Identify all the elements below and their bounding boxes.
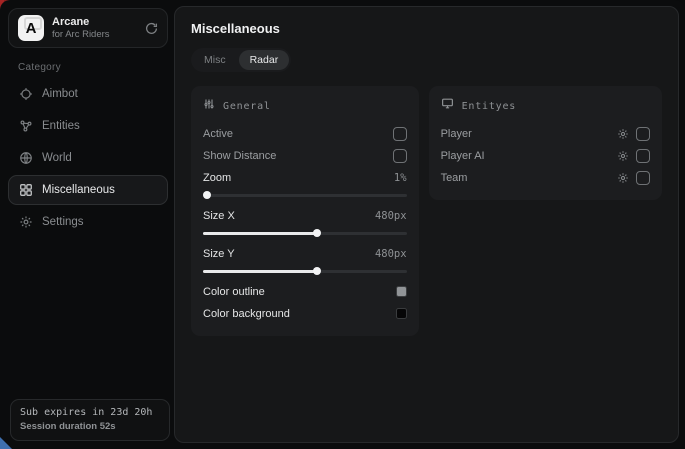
color-outline-label: Color outline xyxy=(203,286,265,298)
sub-expires-text: Sub expires in 23d 20h xyxy=(20,407,160,418)
active-row: Active xyxy=(203,123,407,144)
sidebar-item-entities[interactable]: Entities xyxy=(8,111,168,141)
sliders-icon xyxy=(203,97,215,115)
zoom-label: Zoom xyxy=(203,172,231,184)
player-checkbox[interactable] xyxy=(636,127,650,141)
size-x-label: Size X xyxy=(203,210,235,222)
zoom-value: 1% xyxy=(394,172,407,184)
size-y-row: Size Y 480px xyxy=(203,243,407,264)
session-duration-text: Session duration 52s xyxy=(20,421,160,432)
slider-fill xyxy=(203,270,317,273)
zoom-slider[interactable] xyxy=(203,191,407,199)
app-name: Arcane xyxy=(52,16,137,29)
sidebar-item-label: Miscellaneous xyxy=(42,184,115,196)
sidebar-nav: Aimbot Entities World xyxy=(8,79,168,237)
zoom-row: Zoom 1% xyxy=(203,167,407,188)
app-card: A Arcane for Arc Riders xyxy=(8,8,168,48)
color-outline-swatch[interactable] xyxy=(396,286,407,297)
color-background-row: Color background xyxy=(203,303,407,324)
tab-bar: Misc Radar xyxy=(191,48,291,72)
sidebar-item-label: Entities xyxy=(42,120,80,132)
player-label: Player xyxy=(441,128,472,140)
slider-track xyxy=(203,194,407,197)
general-panel: General Active Show Distance Zoom 1% xyxy=(191,86,419,336)
desktop-background-blue xyxy=(0,437,12,449)
size-x-value: 480px xyxy=(375,210,407,222)
crosshair-icon xyxy=(19,87,33,101)
grid-icon xyxy=(19,183,33,197)
zoom-slider-thumb[interactable] xyxy=(203,191,211,199)
general-panel-title: General xyxy=(223,101,271,112)
player-ai-label: Player AI xyxy=(441,150,485,162)
color-background-label: Color background xyxy=(203,308,290,320)
size-y-value: 480px xyxy=(375,248,407,260)
size-x-row: Size X 480px xyxy=(203,205,407,226)
general-panel-header: General xyxy=(203,97,407,115)
sidebar-item-world[interactable]: World xyxy=(8,143,168,173)
entities-icon xyxy=(19,119,33,133)
sidebar-item-miscellaneous[interactable]: Miscellaneous xyxy=(8,175,168,205)
active-checkbox[interactable] xyxy=(393,127,407,141)
team-row: Team xyxy=(441,167,650,188)
team-label: Team xyxy=(441,172,468,184)
panel-area: General Active Show Distance Zoom 1% xyxy=(191,86,662,336)
sidebar-item-settings[interactable]: Settings xyxy=(8,207,168,237)
app-window: A Arcane for Arc Riders Category Aimbot xyxy=(0,0,685,449)
sync-icon[interactable] xyxy=(145,22,158,35)
tab-radar[interactable]: Radar xyxy=(239,50,290,70)
player-ai-checkbox[interactable] xyxy=(636,149,650,163)
app-titles: Arcane for Arc Riders xyxy=(52,16,137,41)
entities-panel: Entityes Player P xyxy=(429,86,662,200)
size-y-slider-thumb[interactable] xyxy=(313,267,321,275)
active-label: Active xyxy=(203,128,233,140)
size-x-slider-thumb[interactable] xyxy=(313,229,321,237)
sidebar-item-label: World xyxy=(42,152,72,164)
color-outline-row: Color outline xyxy=(203,281,407,302)
player-settings-gear-icon[interactable] xyxy=(617,128,629,140)
gear-icon xyxy=(19,215,33,229)
player-ai-settings-gear-icon[interactable] xyxy=(617,150,629,162)
app-subtitle: for Arc Riders xyxy=(52,29,137,40)
slider-fill xyxy=(203,232,317,235)
sidebar-item-label: Settings xyxy=(42,216,84,228)
tab-misc[interactable]: Misc xyxy=(193,50,237,70)
color-background-swatch[interactable] xyxy=(396,308,407,319)
app-logo: A xyxy=(18,15,44,41)
globe-icon xyxy=(19,151,33,165)
subscription-box: Sub expires in 23d 20h Session duration … xyxy=(10,399,170,441)
show-distance-row: Show Distance xyxy=(203,145,407,166)
sidebar: A Arcane for Arc Riders Category Aimbot xyxy=(4,0,174,449)
sidebar-item-aimbot[interactable]: Aimbot xyxy=(8,79,168,109)
show-distance-label: Show Distance xyxy=(203,150,276,162)
entities-panel-title: Entityes xyxy=(462,101,517,112)
main-content: Miscellaneous Misc Radar General xyxy=(174,6,679,443)
player-row: Player xyxy=(441,123,650,144)
size-x-slider[interactable] xyxy=(203,229,407,237)
team-settings-gear-icon[interactable] xyxy=(617,172,629,184)
show-distance-checkbox[interactable] xyxy=(393,149,407,163)
team-checkbox[interactable] xyxy=(636,171,650,185)
monitor-icon xyxy=(441,97,454,115)
sidebar-item-label: Aimbot xyxy=(42,88,78,100)
page-title: Miscellaneous xyxy=(191,21,662,36)
category-label: Category xyxy=(18,62,168,73)
size-y-slider[interactable] xyxy=(203,267,407,275)
player-ai-row: Player AI xyxy=(441,145,650,166)
entities-panel-header: Entityes xyxy=(441,97,650,115)
size-y-label: Size Y xyxy=(203,248,235,260)
